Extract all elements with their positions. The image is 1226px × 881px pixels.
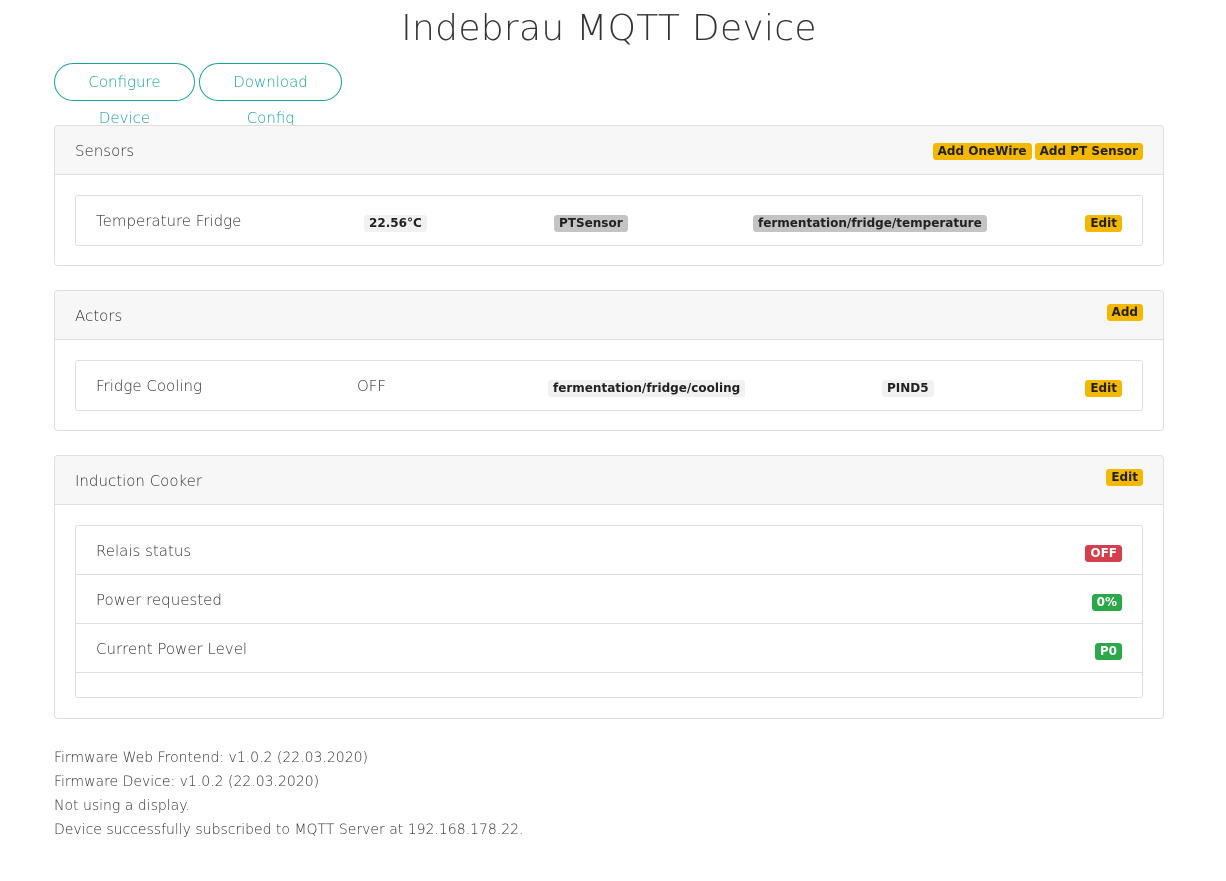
- actors-list: Fridge Cooling OFF fermentation/fridge/c…: [75, 360, 1143, 411]
- firmware-info: Firmware Web Frontend: v1.0.2 (22.03.202…: [54, 746, 524, 842]
- sensors-card: Sensors Add OneWire Add PT Sensor Temper…: [54, 125, 1164, 266]
- add-actor-button[interactable]: Add: [1106, 304, 1143, 321]
- induction-edit-button[interactable]: Edit: [1106, 469, 1143, 486]
- induction-card-body: Relais status OFF Power requested 0% Cur…: [55, 505, 1163, 718]
- configure-device-button[interactable]: Configure Device: [54, 63, 195, 127]
- power-requested-badge: 0%: [1091, 594, 1122, 611]
- current-power-level-row: Current Power Level P0: [76, 624, 1142, 673]
- actor-topic-badge: fermentation/fridge/cooling: [548, 378, 746, 397]
- power-requested-cell: 0%: [1091, 592, 1122, 611]
- actor-edit-cell: Edit: [1085, 378, 1122, 397]
- sensors-actions: Add OneWire Add PT Sensor: [932, 143, 1143, 160]
- frontend-firmware-text: Firmware Web Frontend: v1.0.2 (22.03.202…: [54, 750, 368, 766]
- page-title: Indebrau MQTT Device: [401, 8, 817, 49]
- actor-pin: PIND5: [882, 380, 934, 397]
- induction-title: Induction Cooker: [75, 472, 203, 490]
- top-button-group: Configure Device Download Config: [54, 63, 342, 127]
- sensors-list: Temperature Fridge 22.56°C PTSensor ferm…: [75, 195, 1143, 246]
- add-pt-sensor-button[interactable]: Add PT Sensor: [1034, 143, 1143, 160]
- display-status-text: Not using a display.: [54, 798, 190, 814]
- induction-card-header: Induction Cooker Edit: [55, 456, 1163, 505]
- actor-row: Fridge Cooling OFF fermentation/fridge/c…: [76, 361, 1142, 410]
- actor-state: OFF: [357, 377, 387, 395]
- sensors-title: Sensors: [75, 142, 135, 160]
- page: Indebrau MQTT Device Configure Device Do…: [0, 0, 1226, 881]
- actor-edit-button[interactable]: Edit: [1085, 380, 1122, 397]
- sensor-name: Temperature Fridge: [96, 212, 242, 230]
- sensor-type-badge: PTSensor: [554, 213, 628, 232]
- sensor-type: PTSensor: [554, 215, 628, 232]
- actors-actions: Add: [1106, 304, 1143, 321]
- actors-card-body: Fridge Cooling OFF fermentation/fridge/c…: [55, 340, 1163, 431]
- relais-status-row: Relais status OFF: [76, 526, 1142, 575]
- current-power-level-label: Current Power Level: [96, 640, 248, 658]
- induction-actions: Edit: [1106, 469, 1143, 486]
- actor-topic: fermentation/fridge/cooling: [548, 380, 746, 397]
- sensors-card-header: Sensors Add OneWire Add PT Sensor: [55, 126, 1163, 175]
- sensor-topic: fermentation/fridge/temperature: [753, 215, 987, 232]
- power-requested-label: Power requested: [96, 591, 222, 609]
- add-onewire-button[interactable]: Add OneWire: [932, 143, 1032, 160]
- sensor-row: Temperature Fridge 22.56°C PTSensor ferm…: [76, 196, 1142, 245]
- actors-title: Actors: [75, 307, 123, 325]
- relais-status-cell: OFF: [1085, 543, 1122, 562]
- device-firmware-text: Firmware Device: v1.0.2 (22.03.2020): [54, 774, 320, 790]
- relais-status-label: Relais status: [96, 542, 192, 560]
- current-power-level-badge: P0: [1094, 643, 1122, 660]
- current-power-level-cell: P0: [1094, 641, 1122, 660]
- sensor-value-badge: 22.56°C: [364, 213, 427, 232]
- sensor-topic-badge: fermentation/fridge/temperature: [753, 213, 987, 232]
- sensor-edit-cell: Edit: [1085, 213, 1122, 232]
- actor-name: Fridge Cooling: [96, 377, 203, 395]
- relais-status-badge: OFF: [1085, 545, 1122, 562]
- mqtt-status-text: Device successfully subscribed to MQTT S…: [54, 822, 524, 838]
- sensors-card-body: Temperature Fridge 22.56°C PTSensor ferm…: [55, 175, 1163, 266]
- induction-cooker-card: Induction Cooker Edit Relais status OFF …: [54, 455, 1164, 719]
- actors-card-header: Actors Add: [55, 291, 1163, 340]
- actor-pin-badge: PIND5: [882, 378, 934, 397]
- power-requested-row: Power requested 0%: [76, 575, 1142, 624]
- sensor-edit-button[interactable]: Edit: [1085, 215, 1122, 232]
- sensor-value: 22.56°C: [364, 215, 427, 232]
- empty-list-row: [76, 673, 1142, 697]
- induction-list: Relais status OFF Power requested 0% Cur…: [75, 525, 1143, 698]
- actors-card: Actors Add Fridge Cooling OFF fermentati…: [54, 290, 1164, 431]
- download-config-button[interactable]: Download Config: [199, 63, 342, 127]
